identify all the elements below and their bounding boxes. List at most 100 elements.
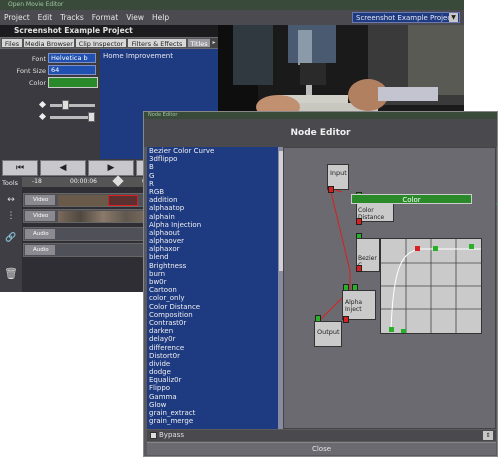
tab-bar: Files Media Browser Clip Inspector Filte… [0,37,218,49]
video-clip[interactable] [58,211,148,222]
filter-list-item[interactable]: difference [147,344,278,352]
filter-list-item[interactable]: Color Distance [147,303,278,311]
node-editor-title: Node Editor [144,119,497,147]
input-node-label: Input [330,169,347,177]
filter-list-item[interactable]: Composition [147,311,278,319]
time-mid: 00:00:06 [70,178,97,185]
track-header-video[interactable]: Video [25,211,55,221]
chevron-down-icon[interactable]: ▼ [449,13,458,22]
tools-column: Tools ↔ ⋮ 🔗 🗑 [0,177,22,292]
tab-scroll-arrow-icon[interactable]: ▸ [210,38,218,48]
filter-list-item[interactable]: dodge [147,368,278,376]
tab-clip-inspector[interactable]: Clip Inspector [75,38,127,48]
tab-files[interactable]: Files [1,38,23,48]
filter-list-item[interactable]: grain_extract [147,409,278,417]
tools-label: Tools [2,179,19,187]
window-titlebar: Open Movie Editor [0,0,464,10]
bypass-label: Bypass [159,431,184,439]
output-node-label: Output [317,328,340,336]
filter-list-item[interactable]: darken [147,327,278,335]
arrow-tool-icon[interactable]: ↔ [3,195,19,207]
bypass-checkbox[interactable] [150,432,157,439]
node-editor-titlebar: Node Editor [144,112,497,119]
play-icon[interactable]: ▶ [88,160,134,176]
slider-knob[interactable] [62,100,69,110]
color-distance-node-label: Color Distance [358,207,385,221]
bezier-output-port[interactable] [356,265,362,272]
filter-list-item[interactable]: grain_merge [147,417,278,425]
font-label: Font [31,55,46,63]
menu-tracks[interactable]: Tracks [56,10,88,25]
color-node[interactable]: Color [351,194,472,204]
filter-list-item[interactable]: alphaxor [147,245,278,253]
track-header-video[interactable]: Video [25,195,55,205]
filter-list-item[interactable]: Gamma [147,393,278,401]
font-select[interactable]: Helvetica b [48,53,96,63]
clip-tool-icon[interactable]: 🔗 [3,233,19,245]
step-back-icon[interactable]: ◀ [40,160,86,176]
filter-list-item[interactable]: G [147,172,278,180]
filter-list-item[interactable]: Alpha Injection [147,221,278,229]
menu-edit[interactable]: Edit [34,10,57,25]
filter-list-item[interactable]: Flippo [147,384,278,392]
menu-project[interactable]: Project [0,10,34,25]
filter-list-item[interactable]: burn [147,270,278,278]
filter-list-item[interactable]: Brightness [147,262,278,270]
bezier-curve-graph[interactable] [380,238,482,334]
menu-format[interactable]: Format [88,10,122,25]
font-size-field[interactable]: 64 [48,65,96,75]
filter-list[interactable]: Bezier Color Curve 3dflippo B G R RGB addition… [147,147,278,429]
time-start: -18 [32,178,42,185]
filter-list-item[interactable]: Cartoon [147,286,278,294]
skip-back-icon[interactable]: ⏮ [2,160,38,176]
filter-list-item[interactable]: R [147,180,278,188]
bypass-spin-icon[interactable]: ⇕ [483,431,493,440]
keyframe-diamond-icon[interactable] [38,112,47,121]
filter-list-item[interactable]: color_only [147,294,278,302]
trash-icon[interactable]: 🗑 [3,267,19,280]
filter-list-item[interactable]: 3dflippo [147,155,278,163]
color-distance-output-port[interactable] [356,218,362,225]
track-header-audio[interactable]: Audio [25,229,55,239]
color-swatch[interactable] [48,77,98,88]
filter-list-item[interactable]: Glow [147,401,278,409]
track-header-audio[interactable]: Audio [25,245,55,255]
filter-list-item[interactable]: Contrast0r [147,319,278,327]
filter-list-item[interactable]: addition [147,196,278,204]
filter-list-item[interactable]: alphaatop [147,204,278,212]
video-clip-selected[interactable] [108,195,138,206]
filter-list-item[interactable]: Distort0r [147,352,278,360]
curve-plot [381,239,481,333]
tab-media-browser[interactable]: Media Browser [23,38,75,48]
menu-view[interactable]: View [122,10,148,25]
filter-list-item[interactable]: B [147,163,278,171]
input-node-output-port[interactable] [328,186,334,193]
title-properties-panel: Font Helvetica b Font Size 64 Color [0,49,100,159]
video-clip[interactable] [58,195,108,206]
tab-titles[interactable]: Titles [187,38,211,48]
filter-list-item[interactable]: Equaliz0r [147,376,278,384]
filter-list-item[interactable]: alphain [147,213,278,221]
split-tool-icon[interactable]: ⋮ [3,211,19,223]
menu-help[interactable]: Help [148,10,173,25]
position-x-slider[interactable] [50,104,95,107]
filter-list-item[interactable]: alphaover [147,237,278,245]
filter-list-item[interactable]: blend [147,253,278,261]
filter-list-item[interactable]: bw0r [147,278,278,286]
alpha-injection-output-port[interactable] [343,316,349,323]
project-selector[interactable]: Screenshot Example Project ▼ [352,12,460,23]
project-selector-value: Screenshot Example Project [356,14,454,22]
bypass-row: Bypass ⇕ [147,430,496,441]
slider-knob[interactable] [88,112,95,122]
output-node[interactable]: Output [314,321,342,347]
filter-list-item[interactable]: divide [147,360,278,368]
filter-list-item[interactable]: delay0r [147,335,278,343]
filter-list-item[interactable]: RGB [147,188,278,196]
keyframe-diamond-icon[interactable] [38,100,47,109]
color-label: Color [29,79,46,87]
tab-filters-effects[interactable]: Filters & Effects [127,38,187,48]
filter-list-item[interactable]: alphaout [147,229,278,237]
node-editor-window: Node Editor Node Editor Bezier Color Cur… [143,111,498,457]
close-button[interactable]: Close [147,442,496,455]
filter-list-item[interactable]: Bezier Color Curve [147,147,278,155]
